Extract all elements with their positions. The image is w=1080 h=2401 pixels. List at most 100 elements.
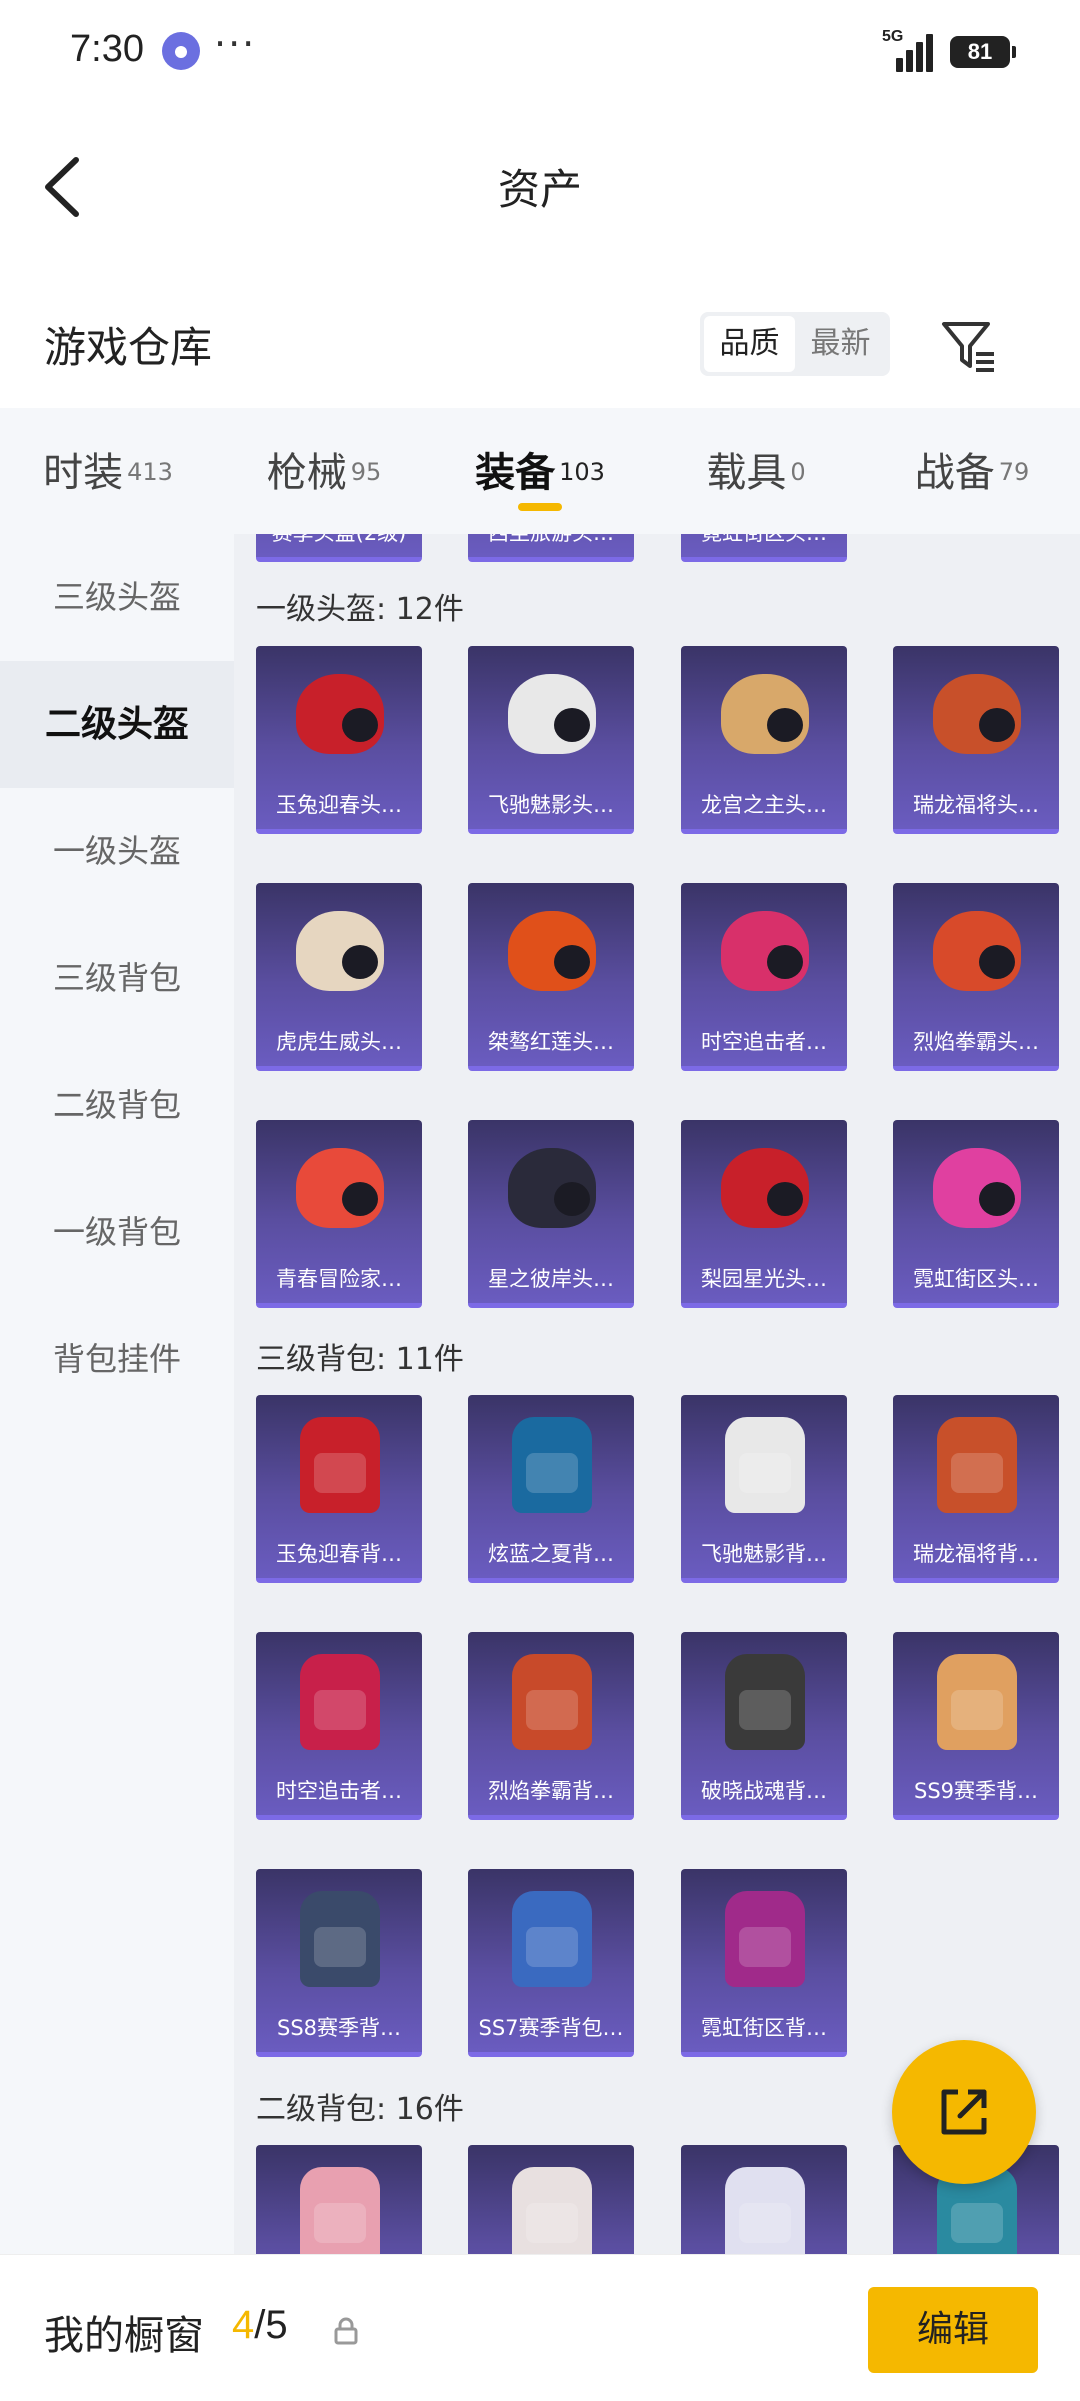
item-card[interactable]: 玉兔迎春头… [256, 646, 422, 834]
backpack-icon [300, 2167, 380, 2254]
warehouse-header: 游戏仓库 品质 最新 [0, 290, 1080, 400]
tab-label: 战备 [914, 450, 995, 496]
backpack-icon [300, 1654, 380, 1750]
item-card[interactable]: 炫蓝之夏背… [468, 1395, 634, 1583]
item-card[interactable]: 梨园星光头… [681, 1120, 847, 1308]
item-name: 霓虹街区头… [913, 1267, 1039, 1291]
item-name: 西坐旅游头… [468, 534, 634, 547]
item-name: SS8赛季背… [276, 2016, 402, 2040]
tab-supplies[interactable]: 战备 79 [864, 408, 1080, 534]
tab-fashion[interactable]: 时装 413 [0, 408, 216, 534]
tab-count: 95 [350, 457, 382, 486]
warehouse-title: 游戏仓库 [44, 323, 213, 372]
tab-label: 枪械 [266, 450, 347, 496]
tab-equipment[interactable]: 装备 103 [432, 408, 648, 534]
item-card[interactable]: 瑞龙福将背… [893, 1395, 1059, 1583]
sidebar-item-level3-backpack[interactable]: 三级背包 [0, 915, 234, 1042]
filter-icon[interactable] [938, 316, 998, 376]
app-notification-icon [162, 32, 200, 70]
item-name: SS9赛季背… [913, 1779, 1039, 1803]
item-name: 虎虎生威头… [276, 1030, 402, 1054]
item-card[interactable]: 霓虹街区头… [893, 1120, 1059, 1308]
share-button[interactable] [892, 2040, 1036, 2184]
page-title: 资产 [497, 165, 582, 214]
backpack-icon [300, 1417, 380, 1513]
helmet-icon [508, 911, 596, 991]
item-name: 瑞龙福将头… [913, 793, 1039, 817]
item-name: 星之彼岸头… [488, 1267, 614, 1291]
item-card[interactable]: 烈焰拳霸头… [893, 883, 1059, 1071]
sidebar-item-level1-helmet[interactable]: 一级头盔 [0, 788, 234, 915]
showcase-current: 4 [232, 2303, 255, 2347]
item-name: 瑞龙福将背… [913, 1542, 1039, 1566]
item-name: 飞驰魅影背… [701, 1542, 827, 1566]
item-name: 青春冒险家… [276, 1267, 402, 1291]
tab-weapons[interactable]: 枪械 95 [216, 408, 432, 534]
helmet-icon [721, 1148, 809, 1228]
network-type-label: 5G [882, 28, 904, 45]
helmet-icon [721, 911, 809, 991]
helmet-icon [508, 1148, 596, 1228]
showcase-separator: / [254, 2303, 266, 2347]
sidebar-item-level2-backpack[interactable]: 二级背包 [0, 1042, 234, 1169]
backpack-icon [937, 1417, 1017, 1513]
item-card[interactable]: 霓虹街区背… [681, 1869, 847, 2057]
item-card[interactable]: 龙宫之主头… [681, 646, 847, 834]
signal-icon: 5G [882, 28, 936, 72]
item-card[interactable] [256, 2145, 422, 2254]
item-card[interactable]: 青春冒险家… [256, 1120, 422, 1308]
sidebar-item-level2-helmet[interactable]: 二级头盔 [0, 661, 234, 788]
item-card[interactable]: 星之彼岸头… [468, 1120, 634, 1308]
item-card[interactable]: 桀骜红莲头… [468, 883, 634, 1071]
item-card[interactable]: 赛季头盔(2级) [256, 534, 422, 562]
sort-newest-button[interactable]: 最新 [795, 316, 886, 372]
item-card[interactable]: SS7赛季背包… [468, 1869, 634, 2057]
sort-quality-button[interactable]: 品质 [704, 316, 795, 372]
helmet-icon [721, 674, 809, 754]
item-name: 玉兔迎春头… [276, 793, 402, 817]
sidebar-item-level3-helmet[interactable]: 三级头盔 [0, 534, 234, 661]
backpack-icon [937, 1654, 1017, 1750]
battery-icon: 81 [950, 36, 1016, 68]
sidebar: 三级头盔 二级头盔 一级头盔 三级背包 二级背包 一级背包 背包挂件 [0, 534, 234, 2254]
tab-label: 载具 [706, 450, 787, 496]
item-name: 赛季头盔(2级) [256, 534, 422, 547]
item-card[interactable]: SS8赛季背… [256, 1869, 422, 2057]
item-card[interactable]: 虎虎生威头… [256, 883, 422, 1071]
section-title: 一级头盔: 12件 [256, 592, 464, 627]
item-name: 飞驰魅影头… [488, 793, 614, 817]
lock-icon [334, 2317, 358, 2345]
item-name: SS7赛季背包… [478, 2016, 624, 2040]
tab-vehicles[interactable]: 载具 0 [648, 408, 864, 534]
showcase-label: 我的橱窗 [44, 2313, 204, 2359]
item-card[interactable]: 烈焰拳霸背… [468, 1632, 634, 1820]
item-card[interactable]: 玉兔迎春背… [256, 1395, 422, 1583]
backpack-icon [725, 1417, 805, 1513]
backpack-icon [300, 1891, 380, 1987]
item-name: 烈焰拳霸背… [488, 1779, 614, 1803]
item-card[interactable]: 破晓战魂背… [681, 1632, 847, 1820]
edit-button[interactable]: 编辑 [868, 2287, 1038, 2373]
sidebar-item-level1-backpack[interactable]: 一级背包 [0, 1169, 234, 1296]
item-name: 龙宫之主头… [701, 793, 827, 817]
item-card[interactable]: 飞驰魅影头… [468, 646, 634, 834]
more-notifications-icon: ··· [214, 22, 257, 66]
item-name: 时空追击者… [276, 1779, 402, 1803]
status-time: 7:30 [70, 28, 144, 70]
item-card[interactable]: 时空追击者… [256, 1632, 422, 1820]
helmet-icon [296, 1148, 384, 1228]
item-card[interactable]: 飞驰魅影背… [681, 1395, 847, 1583]
backpack-icon [512, 1891, 592, 1987]
item-card[interactable]: SS9赛季背… [893, 1632, 1059, 1820]
helmet-icon [296, 911, 384, 991]
item-card[interactable]: 时空追击者… [681, 883, 847, 1071]
item-card[interactable]: 霓虹街区头… [681, 534, 847, 562]
item-name: 桀骜红莲头… [488, 1030, 614, 1054]
item-name: 梨园星光头… [701, 1267, 827, 1291]
item-card[interactable]: 瑞龙福将头… [893, 646, 1059, 834]
item-name: 烈焰拳霸头… [913, 1030, 1039, 1054]
sidebar-item-backpack-charm[interactable]: 背包挂件 [0, 1296, 234, 1423]
item-card[interactable]: 西坐旅游头… [468, 534, 634, 562]
item-card[interactable] [681, 2145, 847, 2254]
item-card[interactable] [468, 2145, 634, 2254]
